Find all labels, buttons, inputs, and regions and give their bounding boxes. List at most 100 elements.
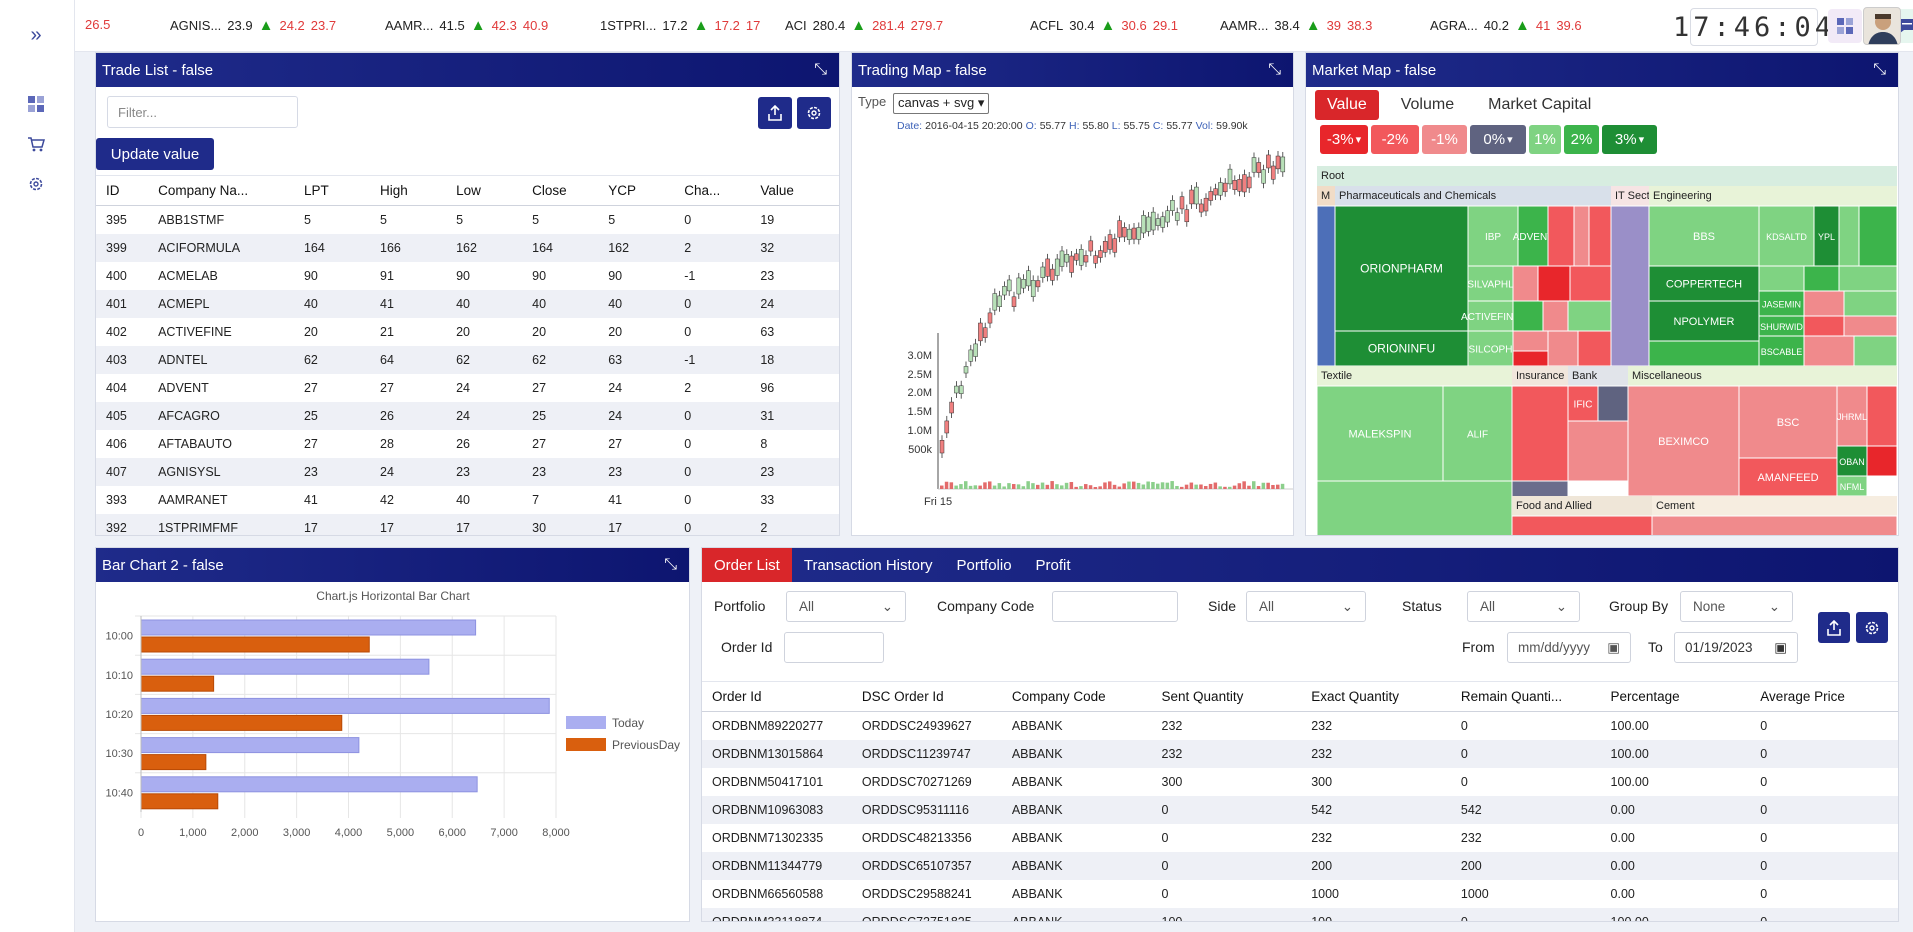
table-row[interactable]: 393 AAMRANET 41 42 40 7 41 0 33 — [96, 486, 839, 514]
table-row[interactable]: 401 ACMEPL 40 41 40 40 40 0 24 — [96, 289, 839, 318]
mm-cell[interactable] — [1588, 205, 1612, 267]
column-header[interactable]: Percentage — [1600, 681, 1751, 712]
mm-cell[interactable] — [1511, 515, 1653, 536]
export-icon[interactable] — [1818, 612, 1850, 643]
type-select[interactable]: canvas + svg ▾ — [893, 93, 990, 114]
column-header[interactable]: Average Price — [1750, 681, 1898, 712]
change-filter-button[interactable]: -2% — [1371, 125, 1419, 154]
ticker-item[interactable]: 26.5 — [85, 17, 110, 32]
mm-cell[interactable] — [1866, 445, 1897, 477]
table-row[interactable]: ORDBNM10963083 ORDDSC95311116 ABBANK 0 542 54… — [702, 795, 1898, 824]
mm-cell[interactable] — [1537, 265, 1571, 302]
table-row[interactable]: 392 1STPRIMFMF 17 17 17 30 17 0 2 — [96, 513, 839, 535]
order-id-input[interactable] — [784, 632, 884, 663]
table-row[interactable]: ORDBNM13015864 ORDDSC11239747 ABBANK 232 232… — [702, 739, 1898, 768]
table-row[interactable]: ORDBNM71302335 ORDDSC48213356 ABBANK 0 232 23… — [702, 824, 1898, 852]
mm-cell[interactable] — [1317, 480, 1513, 536]
change-filter-button[interactable]: 0% ▾ — [1470, 125, 1526, 154]
column-header[interactable]: Exact Quantity — [1301, 681, 1451, 712]
tab-value[interactable]: Value — [1315, 90, 1379, 120]
ticker-item[interactable]: AGNIS... 23.9 ▲ 24.2 23.7 — [170, 17, 336, 34]
minimize-icon[interactable]: ⤡ — [664, 556, 677, 574]
mm-cell[interactable] — [1758, 265, 1805, 292]
company-code-input[interactable] — [1052, 591, 1178, 622]
column-header[interactable]: ID — [96, 175, 149, 206]
table-row[interactable]: ORDBNM66560588 ORDDSC29588241 ABBANK 0 1000 1… — [702, 880, 1898, 908]
column-header[interactable]: Close — [522, 175, 599, 206]
tab-portfolio[interactable]: Portfolio — [945, 548, 1024, 582]
ticker-item[interactable]: AAMR... 38.4 ▲ 39 38.3 — [1220, 17, 1372, 34]
mm-cell[interactable] — [1803, 265, 1840, 292]
treemap[interactable]: Root M Pharmaceuticals and Chemicals IT Sec… — [1317, 166, 1897, 536]
column-header[interactable]: Sent Quantity — [1151, 681, 1302, 712]
minimize-icon[interactable]: ⤡ — [1873, 61, 1886, 79]
mm-cell[interactable] — [1803, 315, 1845, 337]
column-header[interactable]: Low — [446, 175, 523, 206]
mm-cell[interactable] — [1569, 265, 1612, 302]
table-row[interactable]: 404 ADVENT 27 27 24 27 24 2 96 — [96, 374, 839, 402]
change-filter-button[interactable]: 2% — [1564, 125, 1599, 154]
dashboard-icon[interactable] — [25, 93, 47, 115]
column-header[interactable]: DSC Order Id — [851, 681, 1002, 712]
table-row[interactable]: ORDBNM33118874 ORDDSC72751825 ABBANK 100 100… — [702, 907, 1898, 921]
mm-cell[interactable] — [1512, 265, 1539, 302]
table-row[interactable]: 407 AGNISYSL 23 24 23 23 23 0 23 — [96, 457, 839, 486]
portfolio-select[interactable]: All ⌄ — [786, 591, 906, 622]
from-date-input[interactable]: mm/dd/yyyy ▣ — [1507, 632, 1631, 663]
change-filter-button[interactable]: 1% — [1529, 125, 1561, 154]
candlestick-chart[interactable]: 3.0M 2.5M 2.0M 1.5M 1.0M 500k Fri 15 — [852, 133, 1294, 533]
table-row[interactable]: ORDBNM50417101 ORDDSC70271269 ABBANK 300 300… — [702, 768, 1898, 796]
mm-cell[interactable] — [1843, 290, 1897, 317]
settings-gear-icon[interactable] — [1856, 612, 1888, 643]
column-header[interactable]: Value — [750, 175, 839, 206]
mm-cell[interactable] — [1648, 340, 1760, 367]
tab-transaction-history[interactable]: Transaction History — [792, 548, 945, 582]
status-select[interactable]: All ⌄ — [1467, 591, 1580, 622]
column-header[interactable]: Company Na... — [148, 175, 294, 206]
mm-cell[interactable] — [1803, 335, 1855, 367]
mm-cell[interactable] — [1843, 315, 1897, 337]
table-row[interactable]: 395 ABB1STMF 5 5 5 5 5 0 19 — [96, 206, 839, 234]
mm-cell[interactable] — [1512, 350, 1549, 367]
column-header[interactable]: Cha... — [674, 175, 751, 206]
minimize-icon[interactable]: ⤡ — [814, 61, 827, 79]
mm-cell[interactable] — [1803, 290, 1845, 317]
mm-cell[interactable] — [1567, 420, 1629, 482]
cart-icon[interactable] — [25, 133, 47, 155]
ticker-item[interactable]: ACI 280.4 ▲ 281.4 279.7 — [785, 17, 943, 34]
column-header[interactable]: Remain Quanti... — [1450, 681, 1601, 712]
mm-cell[interactable] — [1542, 300, 1569, 332]
change-filter-button[interactable]: 3% ▾ — [1602, 125, 1657, 154]
table-row[interactable]: 399 ACIFORMULA 164 166 162 164 162 2 32 — [96, 233, 839, 262]
mm-cell[interactable] — [1858, 205, 1897, 267]
ticker-item[interactable]: ACFL 30.4 ▲ 30.6 29.1 — [1030, 17, 1178, 34]
tab-profit[interactable]: Profit — [1024, 548, 1083, 582]
mm-cell[interactable] — [1317, 205, 1336, 367]
column-header[interactable]: High — [370, 175, 447, 206]
mm-cell[interactable] — [1512, 330, 1549, 352]
mm-cell[interactable] — [1577, 330, 1612, 367]
layout-icon[interactable] — [1828, 9, 1862, 43]
change-filter-button[interactable]: -3% ▾ — [1320, 125, 1368, 154]
column-header[interactable]: LPT — [293, 175, 371, 206]
tab-volume[interactable]: Volume — [1389, 90, 1466, 120]
mm-cell[interactable] — [1838, 265, 1897, 292]
change-filter-button[interactable]: -1% — [1422, 125, 1467, 154]
tab-market-capital[interactable]: Market Capital — [1476, 90, 1603, 120]
column-header[interactable]: Company Code — [1001, 681, 1152, 712]
ticker-item[interactable]: 1STPRI... 17.2 ▲ 17.2 17 — [600, 17, 760, 34]
gear-icon[interactable] — [25, 173, 47, 195]
mm-cell[interactable] — [1853, 335, 1897, 367]
export-icon[interactable] — [758, 97, 792, 129]
mm-cell[interactable] — [1547, 330, 1579, 367]
update-value-button[interactable]: Update value — [96, 138, 214, 170]
table-row[interactable]: ORDBNM89220277 ORDDSC24939627 ABBANK 232 232… — [702, 712, 1898, 740]
minimize-icon[interactable]: ⤡ — [1268, 61, 1281, 79]
table-row[interactable]: 405 AFCAGRO 25 26 24 25 24 0 31 — [96, 401, 839, 430]
mm-cell[interactable] — [1651, 515, 1897, 536]
table-row[interactable]: 403 ADNTEL 62 64 62 62 63 -1 18 — [96, 345, 839, 374]
mm-cell[interactable] — [1567, 300, 1612, 332]
table-row[interactable]: 400 ACMELAB 90 91 90 90 90 -1 23 — [96, 262, 839, 290]
filter-input[interactable]: Filter... — [107, 96, 298, 128]
ticker-item[interactable]: AGRA... 40.2 ▲ 41 39.6 — [1430, 17, 1582, 34]
